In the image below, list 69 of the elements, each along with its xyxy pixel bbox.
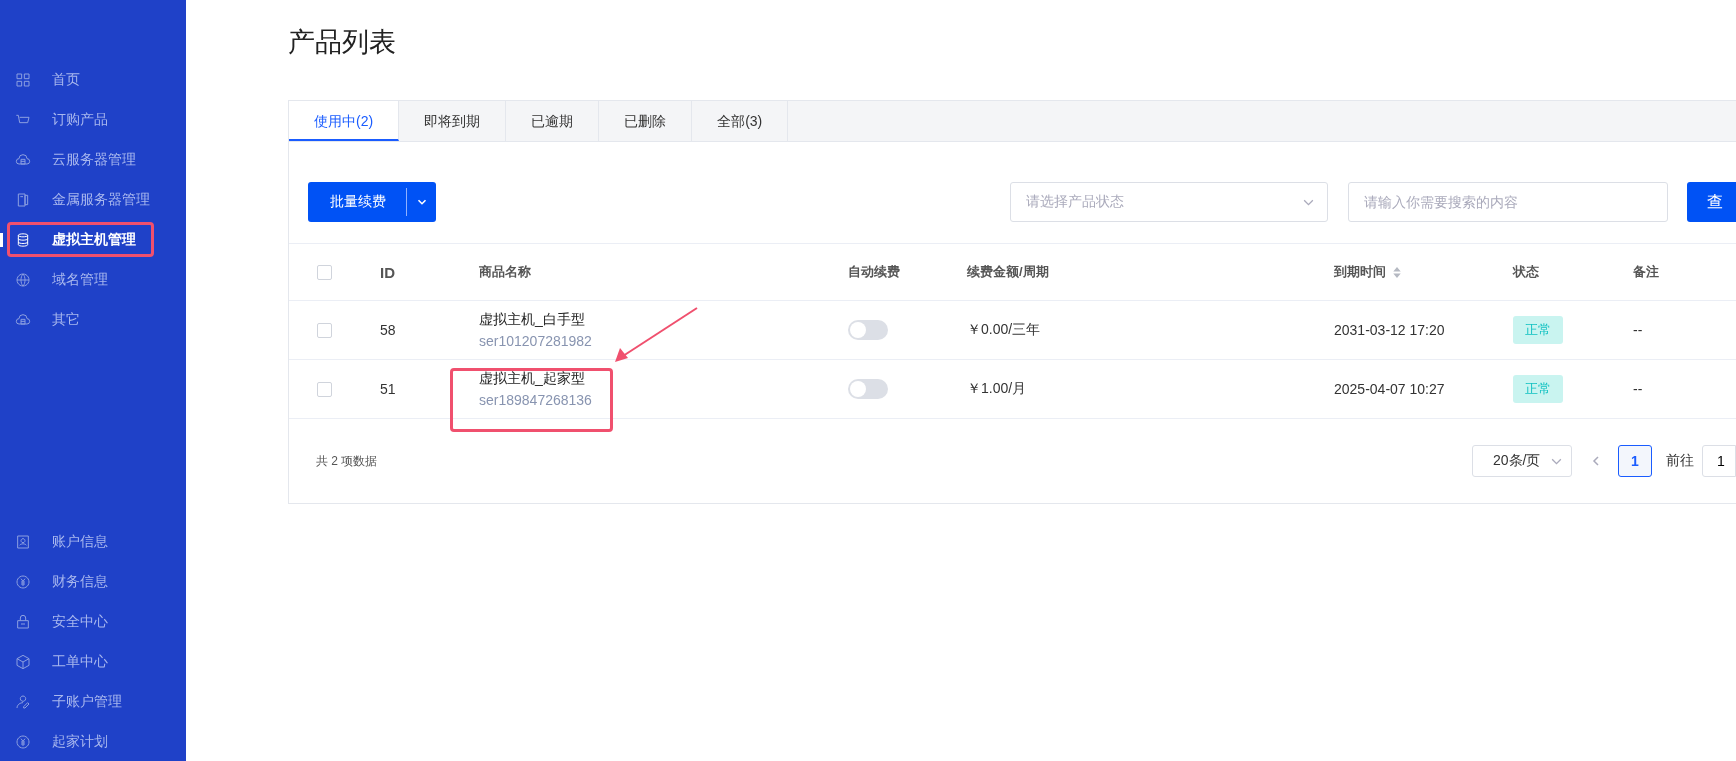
page-title: 产品列表 — [288, 26, 397, 59]
column-header: ID — [380, 263, 395, 281]
cloud-server-icon — [15, 152, 31, 168]
amount-cell: ￥1.00/月 — [967, 380, 1027, 398]
total-count: 共 2 项数据 — [316, 452, 378, 470]
cube-icon — [15, 654, 31, 670]
due-date-cell: 2031-03-12 17:20 — [1334, 322, 1445, 338]
search-field[interactable]: 请输入你需要搜索的内容 — [1348, 182, 1668, 222]
sidebar-item[interactable]: 金属服务器管理 — [0, 180, 186, 220]
sort-icon[interactable] — [1392, 265, 1402, 279]
column-header: 商品名称 — [479, 263, 531, 281]
lock-icon — [15, 614, 31, 630]
grid-icon — [15, 72, 31, 88]
status-tag: 正常 — [1513, 375, 1563, 403]
column-header: 到期时间 — [1334, 263, 1386, 281]
id-cell: 58 — [380, 322, 396, 338]
product-code: ser189847268136 — [479, 392, 592, 408]
sidebar-item[interactable]: 工单中心 — [0, 642, 186, 682]
sidebar-item[interactable]: 虚拟主机管理 — [0, 220, 186, 260]
cabinet-icon — [15, 192, 31, 208]
sidebar-item[interactable]: 安全中心 — [0, 602, 186, 642]
column-header: 状态 — [1513, 263, 1539, 281]
sidebar-item[interactable]: 订购产品 — [0, 100, 186, 140]
sidebar-item[interactable]: 子账户管理 — [0, 682, 186, 722]
batch-renew-button[interactable]: 批量续费 — [308, 182, 436, 222]
notes-cell: -- — [1633, 381, 1643, 397]
tab[interactable]: 已删除 — [599, 101, 693, 141]
checkbox[interactable] — [317, 381, 332, 397]
database-icon — [15, 232, 31, 248]
product-code: ser101207281982 — [479, 333, 592, 349]
sidebar-item[interactable]: 起家计划 — [0, 722, 186, 761]
checkbox[interactable] — [317, 322, 332, 338]
status-tag: 正常 — [1513, 316, 1563, 344]
auto-renew-toggle[interactable] — [848, 379, 888, 399]
id-card-icon — [15, 534, 31, 550]
tab[interactable]: 全部(3) — [692, 101, 789, 141]
due-date-cell: 2025-04-07 10:27 — [1334, 381, 1445, 397]
tab[interactable]: 使用中(2) — [289, 101, 400, 141]
product-name: 虚拟主机_白手型 — [479, 311, 585, 329]
amount-cell: ￥0.00/三年 — [967, 321, 1041, 339]
batch-renew-label[interactable]: 批量续费 — [330, 193, 386, 211]
status-select[interactable]: 请选择产品状态 — [1010, 182, 1328, 222]
sidebar-item[interactable]: 账户信息 — [0, 522, 186, 562]
goto-page-field[interactable]: 1 — [1702, 445, 1736, 477]
column-header: 自动续费 — [848, 263, 900, 281]
auto-renew-toggle[interactable] — [848, 320, 888, 340]
sidebar-item[interactable]: 首页 — [0, 60, 186, 100]
yen-coin-icon — [15, 574, 31, 590]
yen-coin-icon — [15, 734, 31, 750]
column-header: 备注 — [1633, 263, 1659, 281]
goto-label: 前往 — [1666, 452, 1694, 470]
checkbox[interactable] — [317, 264, 332, 280]
query-button[interactable]: 查 — [1687, 182, 1736, 222]
cloud-server-icon — [15, 312, 31, 328]
sidebar-item[interactable]: 其它 — [0, 300, 186, 340]
user-icon — [15, 694, 31, 710]
previous-page-icon[interactable] — [1590, 455, 1602, 467]
tab[interactable]: 已逾期 — [506, 101, 600, 141]
id-cell: 51 — [380, 381, 396, 397]
page-number[interactable]: 1 — [1618, 445, 1652, 477]
notes-cell: -- — [1633, 322, 1643, 338]
sidebar-item[interactable]: 财务信息 — [0, 562, 186, 602]
globe-icon — [15, 272, 31, 288]
sidebar-item[interactable]: 域名管理 — [0, 260, 186, 300]
column-header: 续费金额/周期 — [967, 263, 1049, 281]
sidebar-item[interactable]: 云服务器管理 — [0, 140, 186, 180]
tab[interactable]: 即将到期 — [399, 101, 507, 141]
page-size-select[interactable]: 20条/页 — [1472, 445, 1572, 477]
product-name: 虚拟主机_起家型 — [479, 370, 585, 388]
